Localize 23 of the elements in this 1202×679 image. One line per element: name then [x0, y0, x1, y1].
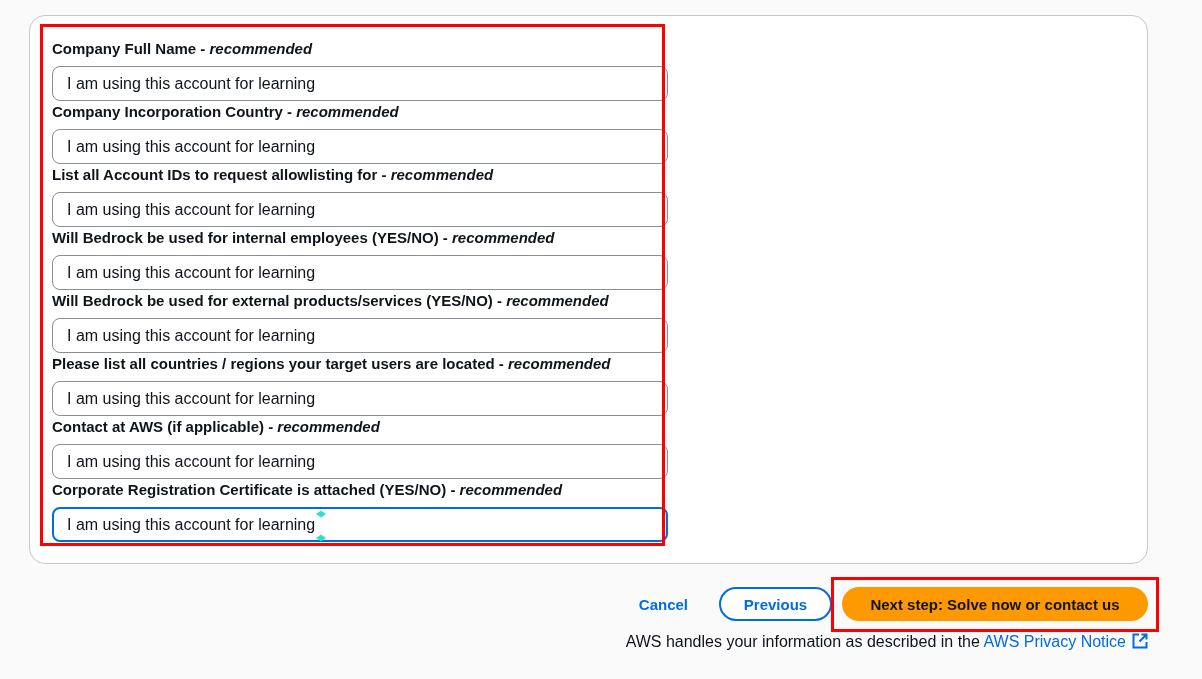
text-field[interactable]: I am using this account for learning	[52, 507, 668, 542]
text-field[interactable]: I am using this account for learning	[52, 381, 668, 416]
text-field[interactable]: I am using this account for learning	[52, 318, 668, 353]
field-label: Will Bedrock be used for internal employees (YES/NO) - recommended	[52, 228, 555, 248]
text-field[interactable]: I am using this account for learning	[52, 192, 668, 227]
field-label: Company Full Name - recommended	[52, 39, 313, 59]
field-label: Company Incorporation Country - recommended	[52, 102, 399, 122]
field-label: Will Bedrock be used for external products/services (YES/NO) - recommended	[52, 291, 609, 311]
text-field[interactable]: I am using this account for learning	[52, 129, 668, 164]
text-field[interactable]: I am using this account for learning	[52, 444, 668, 479]
field-label: Contact at AWS (if applicable) - recommended	[52, 417, 380, 437]
cancel-button[interactable]: Cancel	[620, 587, 706, 621]
privacy-notice-link[interactable]: AWS Privacy Notice	[983, 633, 1148, 650]
text-field[interactable]: I am using this account for learning	[52, 255, 668, 290]
text-field[interactable]: I am using this account for learning	[52, 66, 668, 101]
next-step-button[interactable]: Next step: Solve now or contact us	[842, 587, 1148, 621]
field-label: Corporate Registration Certificate is attached (YES/NO) - recommended	[52, 480, 563, 500]
privacy-notice-text: AWS handles your information as described in the AWS Privacy Notice	[625, 631, 1148, 653]
external-link-icon	[1132, 633, 1148, 649]
field-label: Please list all countries / regions your target users are located - recommended	[52, 354, 611, 374]
field-label: List all Account IDs to request allowlisting for - recommended	[52, 165, 494, 185]
previous-button[interactable]: Previous	[719, 587, 832, 621]
text-cursor-handles-icon	[316, 510, 327, 542]
